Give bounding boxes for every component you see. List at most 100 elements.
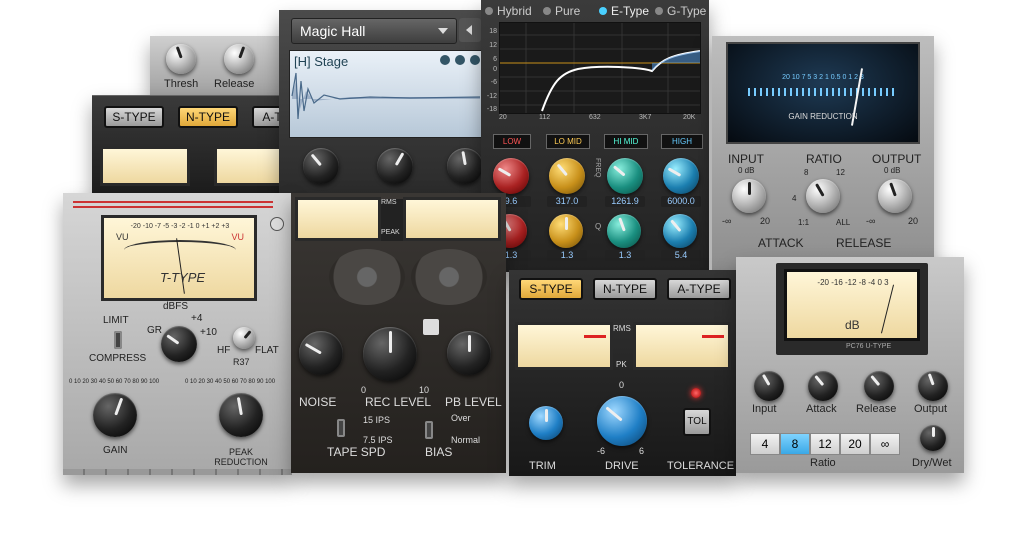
himid-gain-knob[interactable] bbox=[607, 214, 641, 248]
high-gain-knob[interactable] bbox=[663, 214, 697, 248]
pc76-release-label: Release bbox=[856, 403, 897, 415]
pc76-output-knob[interactable] bbox=[918, 371, 948, 401]
high-freq-knob[interactable] bbox=[663, 158, 699, 194]
n-type-button[interactable]: N-TYPE bbox=[593, 278, 657, 300]
limit-compress-toggle[interactable] bbox=[114, 331, 122, 349]
pb-level-knob[interactable] bbox=[447, 331, 491, 375]
eq-band-high: HIGH 6000.0 5.4 bbox=[657, 128, 707, 268]
ratio-20-button[interactable]: 20 bbox=[840, 433, 870, 455]
tol-button[interactable]: TOL bbox=[683, 408, 711, 436]
preset-prev-button[interactable] bbox=[459, 18, 481, 42]
r37-label: R37 bbox=[233, 357, 250, 367]
ratio-4-button[interactable]: 4 bbox=[750, 433, 780, 455]
n-type-vu-right-red bbox=[702, 335, 724, 338]
hf-flat-switch[interactable] bbox=[233, 327, 255, 349]
s-type-button-back[interactable]: S-TYPE bbox=[104, 106, 164, 128]
pc76-vu-meter: -20 -16 -12 -8 -4 0 3 dB bbox=[784, 269, 920, 341]
ir-waveform bbox=[291, 72, 481, 120]
himid-freq-knob[interactable] bbox=[607, 158, 643, 194]
gain-reduction-panel: 20 10 7 5 3 2 1 0.5 0 1 2 3 GAIN REDUCTI… bbox=[712, 36, 934, 270]
tape-panel: RMS PEAK NOISE 0 10 REC LEVEL PB LEVEL 1… bbox=[291, 193, 506, 473]
s-type-button[interactable]: S-TYPE bbox=[519, 278, 583, 300]
lomid-gain-knob[interactable] bbox=[549, 214, 583, 248]
tape-speed-toggle[interactable] bbox=[337, 419, 345, 437]
gr-output-knob[interactable] bbox=[878, 179, 912, 213]
lomid-freq-knob[interactable] bbox=[549, 158, 585, 194]
noise-label: NOISE bbox=[299, 395, 337, 409]
gr-ratio-4: 4 bbox=[792, 194, 797, 203]
reverb-knob-3[interactable] bbox=[447, 148, 483, 184]
n-type-vu-switch[interactable]: RMS PK bbox=[613, 324, 635, 370]
mode-etype-radio[interactable] bbox=[599, 7, 607, 15]
drywet-label: Dry/Wet bbox=[912, 457, 952, 469]
db-tick: 0 bbox=[493, 66, 497, 73]
gr-ratio-knob[interactable] bbox=[806, 179, 840, 213]
trim-knob[interactable] bbox=[529, 406, 563, 440]
low-freq-knob[interactable] bbox=[493, 158, 529, 194]
db-tick: 18 bbox=[489, 28, 497, 35]
drive-zero-label: 0 bbox=[619, 380, 625, 390]
ratio-8-button[interactable]: 8 bbox=[780, 433, 810, 455]
gr-ratio-all: ALL bbox=[836, 218, 851, 227]
noise-knob[interactable] bbox=[299, 331, 343, 375]
pc76-input-knob[interactable] bbox=[754, 371, 784, 401]
gr-ratio-8: 8 bbox=[804, 168, 809, 177]
meter-select-knob[interactable] bbox=[161, 326, 197, 362]
bias-toggle[interactable] bbox=[425, 421, 433, 439]
gr-ratio-11: 1:1 bbox=[798, 218, 810, 227]
t-type-vu-scale: -20 -10 -7 -5 -3 -2 -1 0 +1 +2 +3 bbox=[130, 223, 230, 230]
ratio-inf-button[interactable]: ∞ bbox=[870, 433, 900, 455]
drive-label: DRIVE bbox=[605, 460, 639, 472]
ratio-12-button[interactable]: 12 bbox=[810, 433, 840, 455]
release-knob[interactable] bbox=[224, 44, 254, 74]
mode-hybrid-radio[interactable] bbox=[485, 7, 493, 15]
t-type-menu-icon[interactable] bbox=[270, 217, 284, 231]
drive-knob[interactable] bbox=[597, 396, 647, 446]
pc76-vu-needle bbox=[880, 284, 895, 334]
tape-vu-switch[interactable]: RMS PEAK bbox=[381, 199, 403, 241]
tape-peak-label: PEAK bbox=[381, 229, 400, 236]
vu-meter-back-left bbox=[100, 146, 190, 186]
t-type-top-stripe-2 bbox=[73, 206, 273, 208]
peak-reduction-label: PEAK REDUCTION bbox=[214, 447, 268, 467]
gr-meter-scale: 20 10 7 5 3 2 1 0.5 0 1 2 3 bbox=[782, 74, 864, 81]
mode-gtype-label: G-Type bbox=[667, 4, 707, 18]
pc76-input-label: Input bbox=[752, 403, 777, 415]
t-type-bottom-strip bbox=[63, 469, 292, 475]
release-label: Release bbox=[214, 78, 255, 90]
lomid-freq-value: 317.0 bbox=[547, 196, 587, 207]
type-panel-back: S-TYPE N-TYPE A-T bbox=[92, 95, 292, 195]
n-type-button-back[interactable]: N-TYPE bbox=[178, 106, 238, 128]
lock-icon[interactable] bbox=[423, 319, 439, 335]
preset-dropdown[interactable]: Magic Hall bbox=[291, 18, 457, 44]
rec-level-knob[interactable] bbox=[363, 327, 417, 381]
mode-pure-radio[interactable] bbox=[543, 7, 551, 15]
freq-tick: 632 bbox=[589, 114, 601, 121]
peak-reduction-knob[interactable] bbox=[219, 393, 263, 437]
pc76-release-knob[interactable] bbox=[864, 371, 894, 401]
pc76-attack-knob[interactable] bbox=[808, 371, 838, 401]
band-label-lomid: LO MID bbox=[546, 134, 590, 149]
ir-display: [H] Stage bbox=[289, 50, 484, 138]
gain-knob[interactable] bbox=[93, 393, 137, 437]
tape-vu-right bbox=[403, 197, 501, 241]
tolerance-label: TOLERANCE bbox=[667, 460, 735, 472]
compress-label: COMPRESS bbox=[89, 353, 147, 364]
reverb-knob-1[interactable] bbox=[303, 148, 339, 184]
gr-input-knob[interactable] bbox=[732, 179, 766, 213]
drywet-knob[interactable] bbox=[920, 425, 946, 451]
bias-label: BIAS bbox=[425, 445, 453, 459]
n-type-vu-left-red bbox=[584, 335, 606, 338]
reverb-knob-2[interactable] bbox=[377, 148, 413, 184]
himid-q-value: 1.3 bbox=[605, 250, 645, 261]
mode-gtype-radio[interactable] bbox=[655, 7, 663, 15]
n-type-rms-label: RMS bbox=[613, 324, 631, 333]
thresh-label: Thresh bbox=[164, 78, 199, 90]
db-ticks: 18 12 6 0 -6 -12 -18 bbox=[481, 22, 497, 113]
db-tick: 12 bbox=[489, 42, 497, 49]
n-type-vu-right bbox=[633, 322, 731, 370]
db-tick: 6 bbox=[493, 56, 497, 63]
a-type-button[interactable]: A-TYPE bbox=[667, 278, 731, 300]
tape-spd-label: TAPE SPD bbox=[327, 445, 386, 459]
thresh-knob[interactable] bbox=[166, 44, 196, 74]
